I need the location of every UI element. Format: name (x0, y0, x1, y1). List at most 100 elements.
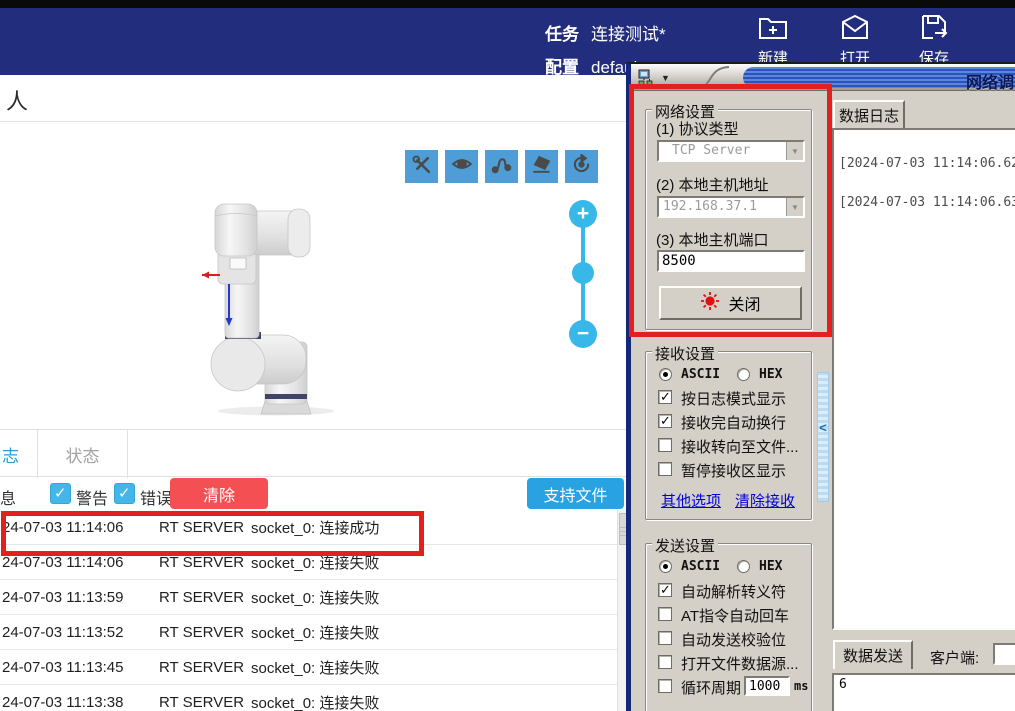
log-mode-label: 按日志模式显示 (681, 388, 786, 409)
auto-escape-label: 自动解析转义符 (681, 581, 786, 602)
auto-linefeed-checkbox[interactable] (658, 414, 672, 428)
auto-checksum-checkbox[interactable] (658, 631, 672, 645)
log-row[interactable]: 24-07-03 11:13:59 RT SERVER socket_0: 连接… (0, 580, 617, 615)
viewport-tools-button[interactable] (405, 150, 438, 183)
log-row[interactable]: 24-07-03 11:13:45 RT SERVER socket_0: 连接… (0, 650, 617, 685)
log-source: RT SERVER (159, 694, 251, 711)
close-connection-label: 关闭 (728, 291, 760, 315)
zoom-out-button[interactable]: − (569, 320, 597, 348)
client-combo[interactable] (993, 643, 1015, 665)
log-mode-checkbox[interactable] (658, 390, 672, 404)
send-ascii-radio[interactable] (659, 560, 672, 573)
top-black-strip (0, 0, 1015, 8)
local-host-combo[interactable]: 192.168.37.1 ▼ (657, 196, 805, 218)
log-source: RT SERVER (159, 554, 251, 571)
send-input-area[interactable]: 6 (832, 673, 1015, 711)
viewport-path-button[interactable] (485, 150, 518, 183)
error-checkbox[interactable] (114, 483, 135, 504)
eye-icon (451, 153, 473, 180)
file-source-label: 打开文件数据源... (681, 653, 799, 674)
config-label: 配置 (545, 58, 579, 77)
robot-3d-view (188, 198, 338, 423)
window-titlebar[interactable]: ▼ 网络调 (631, 64, 1015, 91)
chevron-down-icon[interactable]: ▼ (661, 73, 670, 83)
auto-escape-checkbox[interactable] (658, 583, 672, 597)
task-row: 任务连接测试* (545, 20, 666, 45)
log-time: 24-07-03 11:13:45 (0, 659, 159, 676)
local-host-value: 192.168.37.1 (663, 199, 783, 214)
error-label: 错误 (140, 485, 172, 509)
send-ascii-label: ASCII (681, 559, 720, 574)
protocol-type-combo[interactable]: TCP Server ▼ (657, 140, 805, 162)
task-value[interactable]: 连接测试* (591, 25, 666, 44)
data-log-area[interactable]: [2024-07-03 11:14:06.625 [2024-07-03 11:… (832, 128, 1015, 630)
at-cr-checkbox[interactable] (658, 607, 672, 621)
log-row[interactable]: 24-07-03 11:14:06 RT SERVER socket_0: 连接… (0, 545, 617, 580)
titlebar-stripes: 网络调 (743, 67, 1015, 88)
page-title-partial: 人 (6, 84, 28, 116)
viewport-view-button[interactable] (445, 150, 478, 183)
log-row[interactable]: 24-07-03 11:13:52 RT SERVER socket_0: 连接… (0, 615, 617, 650)
window-title: 网络调 (966, 69, 1014, 93)
warn-checkbox[interactable] (50, 483, 71, 504)
send-hex-radio[interactable] (737, 560, 750, 573)
chevron-down-icon[interactable]: ▼ (786, 142, 803, 160)
log-filter-row: 息 警告 错误 清除 支持文件 (0, 478, 626, 510)
viewport-eraser-button[interactable] (525, 150, 558, 183)
log-time: 24-07-03 11:13:52 (0, 624, 159, 641)
panel-splitter[interactable] (817, 372, 829, 502)
collapse-left-icon[interactable]: < (817, 420, 829, 435)
clear-receive-link[interactable]: 清除接收 (735, 490, 795, 511)
path-icon (491, 154, 512, 180)
tab-data-send[interactable]: 数据发送 (833, 640, 913, 669)
open-button[interactable]: 打开 (835, 10, 875, 68)
log-message: socket_0: 连接成功 (251, 517, 617, 538)
log-message: socket_0: 连接失败 (251, 622, 617, 643)
receive-ascii-radio[interactable] (659, 368, 672, 381)
log-source: RT SERVER (159, 624, 251, 641)
receive-hex-radio[interactable] (737, 368, 750, 381)
new-button[interactable]: 新建 (753, 10, 793, 68)
zoom-in-button[interactable]: + (569, 200, 597, 228)
log-message: socket_0: 连接失败 (251, 692, 617, 711)
local-port-input[interactable] (657, 250, 805, 272)
auto-checksum-label: 自动发送校验位 (681, 629, 786, 650)
support-file-button[interactable]: 支持文件 (527, 478, 624, 509)
open-envelope-icon (835, 10, 875, 44)
eraser-icon (531, 154, 552, 180)
cycle-checkbox[interactable] (658, 679, 672, 693)
filter-info-label-partial: 息 (0, 485, 16, 509)
receive-hex-label: HEX (759, 367, 782, 382)
log-row[interactable]: 24-07-03 11:14:06 RT SERVER socket_0: 连接… (0, 510, 617, 545)
tcp-x-axis-arrow (202, 272, 220, 279)
log-table[interactable]: 24-07-03 11:14:06 RT SERVER socket_0: 连接… (0, 510, 617, 711)
log-row[interactable]: 24-07-03 11:13:38 RT SERVER socket_0: 连接… (0, 685, 617, 711)
log-time: 24-07-03 11:13:59 (0, 589, 159, 606)
rotate-icon (571, 154, 592, 180)
close-connection-button[interactable]: 关闭 (659, 286, 802, 320)
window-icon[interactable] (638, 69, 655, 91)
receive-to-file-label: 接收转向至文件... (681, 436, 799, 457)
zoom-slider-handle[interactable] (572, 262, 594, 284)
log-time: 24-07-03 11:14:06 (0, 519, 159, 536)
save-button[interactable]: 保存 (914, 10, 954, 68)
file-source-checkbox[interactable] (658, 655, 672, 669)
titlebar-wave-decoration (693, 66, 739, 94)
log-source: RT SERVER (159, 659, 251, 676)
tab-status[interactable]: 状态 (38, 430, 128, 478)
data-log-line: [2024-07-03 11:14:06.633 (839, 195, 1015, 210)
log-message: socket_0: 连接失败 (251, 587, 617, 608)
pause-display-checkbox[interactable] (658, 462, 672, 476)
tab-log[interactable]: 志 (0, 430, 38, 478)
at-cr-label: AT指令自动回车 (681, 605, 789, 626)
receive-to-file-checkbox[interactable] (658, 438, 672, 452)
cycle-unit-label: ms (794, 679, 808, 693)
tab-data-log[interactable]: 数据日志 (833, 100, 905, 128)
clear-log-button[interactable]: 清除 (170, 478, 268, 509)
viewport-rotate-button[interactable] (565, 150, 598, 183)
log-message: socket_0: 连接失败 (251, 657, 617, 678)
other-options-link[interactable]: 其他选项 (661, 490, 721, 511)
cycle-period-input[interactable] (744, 676, 790, 696)
log-time: 24-07-03 11:13:38 (0, 694, 159, 711)
chevron-down-icon[interactable]: ▼ (786, 198, 803, 216)
